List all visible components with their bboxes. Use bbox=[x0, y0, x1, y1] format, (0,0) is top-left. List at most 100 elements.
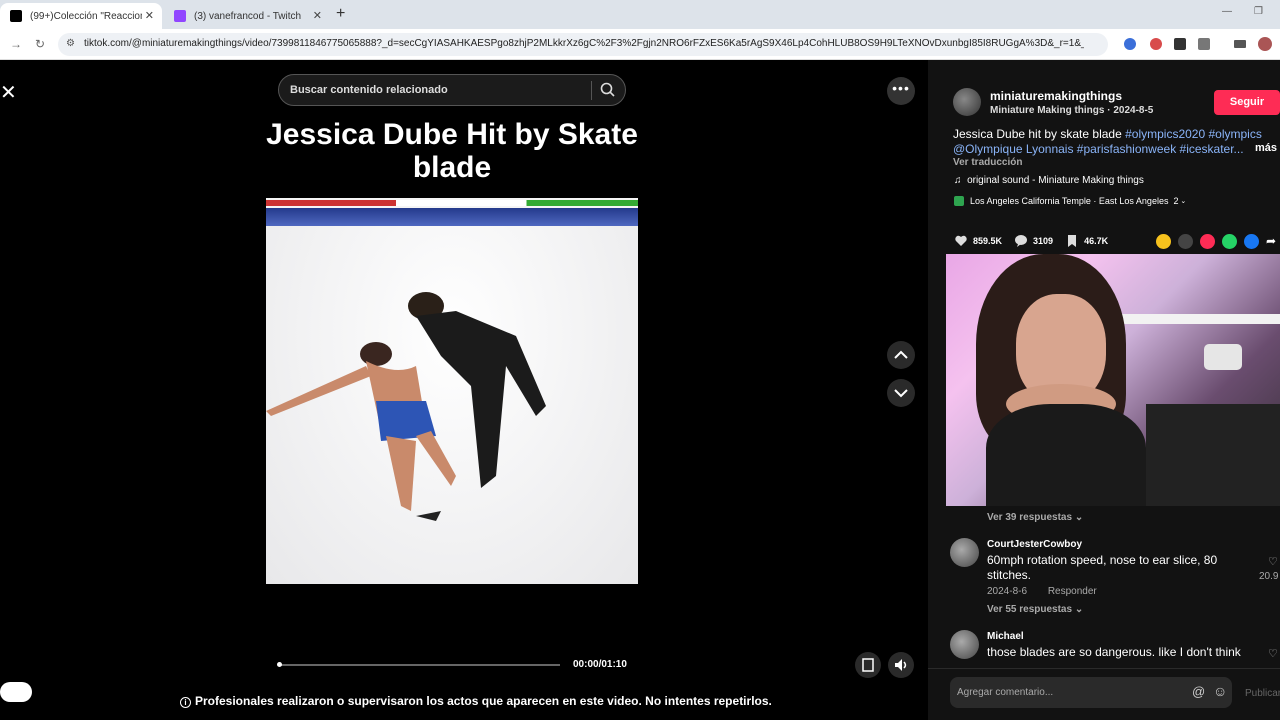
shelf bbox=[1116, 314, 1280, 324]
comment-meta: 2024-8-6 Responder bbox=[987, 586, 1115, 597]
reply-link[interactable]: Responder bbox=[1048, 586, 1097, 597]
music-row[interactable]: ♫ original sound - Miniature Making thin… bbox=[954, 175, 1144, 186]
video-frame[interactable] bbox=[266, 198, 638, 584]
music-title: original sound - Miniature Making things bbox=[967, 175, 1144, 186]
location-pin-icon bbox=[954, 196, 964, 206]
close-icon[interactable]: ✕ bbox=[0, 80, 17, 105]
author-username[interactable]: miniaturemakingthings bbox=[990, 89, 1122, 103]
comment-placeholder: Agregar comentario... bbox=[957, 687, 1054, 698]
tab-title: (3) vanefrancod - Twitch bbox=[194, 10, 302, 22]
site-info-icon[interactable]: ⚙ bbox=[66, 38, 75, 49]
location-row[interactable]: Los Angeles California Temple · East Los… bbox=[954, 196, 1186, 206]
bookmark-icon bbox=[1068, 235, 1077, 247]
volume-button[interactable] bbox=[888, 652, 914, 678]
browser-tab-bar: (99+)Colección "Reaccionar" de ✕ (3) van… bbox=[0, 0, 1280, 29]
post-button[interactable]: Publicar bbox=[1245, 688, 1280, 699]
new-tab-icon[interactable]: + bbox=[336, 5, 345, 23]
view-replies-link[interactable]: Ver 55 respuestas ⌄ bbox=[987, 604, 1083, 615]
url-text: tiktok.com/@miniaturemakingthings/video/… bbox=[84, 38, 1084, 49]
comment-composer: Agregar comentario... @ ☺ Publicar bbox=[928, 668, 1280, 720]
tiktok-page: ✕ Jessica Dube Hit by Skate blade Buscar… bbox=[0, 60, 1280, 720]
description-line2[interactable]: @Olympique Lyonnais #parisfashionweek #i… bbox=[953, 142, 1244, 156]
tab-twitch[interactable]: (3) vanefrancod - Twitch ✕ bbox=[164, 3, 330, 29]
details-panel: miniaturemakingthings Miniature Making t… bbox=[928, 60, 1280, 720]
embed-icon[interactable] bbox=[1178, 234, 1193, 249]
share-icons: ➦ bbox=[1156, 234, 1280, 249]
author-subtitle: Miniature Making things · 2024-8-5 bbox=[990, 105, 1154, 116]
tab-tiktok[interactable]: (99+)Colección "Reaccionar" de ✕ bbox=[0, 3, 162, 29]
heart-icon[interactable]: ♡ bbox=[1268, 555, 1278, 568]
share-icon[interactable] bbox=[1156, 234, 1171, 249]
search-icon[interactable] bbox=[599, 81, 617, 104]
save-stat[interactable]: 46.7K bbox=[1065, 234, 1108, 248]
engagement-stats: 859.5K 3109 46.7K bbox=[954, 234, 1120, 248]
reading-list-icon[interactable] bbox=[1234, 40, 1246, 48]
location-text: Los Angeles California Temple · East Los… bbox=[970, 196, 1169, 206]
profile-avatar[interactable] bbox=[1258, 37, 1272, 51]
share-arrow-icon[interactable]: ➦ bbox=[1266, 234, 1280, 249]
translate-link[interactable]: Ver traducción bbox=[953, 157, 1022, 168]
like-count: 859.5K bbox=[973, 236, 1003, 246]
search-divider bbox=[591, 81, 592, 100]
twitch-favicon-icon bbox=[174, 10, 186, 22]
mention-icon[interactable]: @ bbox=[1192, 684, 1205, 699]
info-icon: i bbox=[180, 697, 191, 708]
minimize-icon[interactable]: — bbox=[1222, 6, 1232, 17]
comment-count: 3109 bbox=[1033, 236, 1054, 246]
reload-icon[interactable]: ↻ bbox=[35, 37, 45, 51]
heart-icon bbox=[955, 235, 967, 246]
forward-icon[interactable]: → bbox=[10, 37, 22, 51]
extension-icon[interactable] bbox=[1150, 38, 1162, 50]
progress-knob[interactable] bbox=[277, 662, 282, 667]
comment-text: 60mph rotation speed, nose to ear slice,… bbox=[987, 553, 1218, 582]
search-placeholder: Buscar contenido relacionado bbox=[290, 84, 448, 96]
webcam-overlay bbox=[946, 254, 1280, 506]
comment-text: those blades are so dangerous. like I do… bbox=[987, 645, 1241, 659]
video-progress-bar[interactable] bbox=[277, 662, 560, 667]
related-search-box[interactable]: Buscar contenido relacionado bbox=[278, 74, 626, 106]
next-video-button[interactable] bbox=[887, 379, 915, 407]
picture-in-picture-button[interactable] bbox=[855, 652, 881, 678]
view-replies-link[interactable]: Ver 39 respuestas ⌄ bbox=[987, 512, 1083, 523]
comment-like-count: 20.9 bbox=[1259, 571, 1279, 582]
skaters-image bbox=[266, 292, 546, 521]
restore-icon[interactable]: ❐ bbox=[1254, 6, 1263, 17]
comment-stat[interactable]: 3109 bbox=[1014, 234, 1053, 248]
ice-surface bbox=[266, 226, 638, 584]
facebook-icon[interactable] bbox=[1244, 234, 1259, 249]
previous-video-button[interactable] bbox=[887, 341, 915, 369]
video-player[interactable]: Jessica Dube Hit by Skate blade bbox=[266, 60, 638, 688]
hashtag-link[interactable]: #olympics bbox=[1209, 127, 1262, 141]
avatar[interactable] bbox=[950, 630, 979, 659]
share-icon[interactable] bbox=[1200, 234, 1215, 249]
comment-username[interactable]: Michael bbox=[987, 631, 1024, 642]
comment-input[interactable]: Agregar comentario... @ ☺ bbox=[950, 677, 1232, 708]
whatsapp-icon[interactable] bbox=[1222, 234, 1237, 249]
emoji-icon[interactable]: ☺ bbox=[1213, 683, 1227, 699]
rink-board bbox=[266, 208, 638, 226]
streamer-top bbox=[986, 404, 1146, 506]
close-tab-icon[interactable]: ✕ bbox=[145, 9, 154, 22]
address-bar[interactable]: ⚙ tiktok.com/@miniaturemakingthings/vide… bbox=[58, 33, 1108, 56]
avatar[interactable] bbox=[950, 538, 979, 567]
heart-icon[interactable]: ♡ bbox=[1268, 647, 1278, 660]
extension-icon[interactable] bbox=[1124, 38, 1136, 50]
comment-date: 2024-8-6 bbox=[987, 586, 1028, 597]
comment-username[interactable]: CourtJesterCowboy bbox=[987, 539, 1082, 550]
more-options-button[interactable]: ••• bbox=[887, 77, 915, 105]
floating-badge[interactable] bbox=[0, 682, 32, 702]
pen-icon[interactable] bbox=[1174, 38, 1186, 50]
hashtag-link[interactable]: #olympics2020 bbox=[1125, 127, 1205, 141]
author-avatar[interactable] bbox=[953, 88, 981, 116]
disclaimer-text: Profesionales realizaron o supervisaron … bbox=[195, 694, 772, 708]
extensions-puzzle-icon[interactable] bbox=[1198, 38, 1210, 50]
tab-title: (99+)Colección "Reaccionar" de bbox=[30, 10, 142, 22]
like-stat[interactable]: 859.5K bbox=[954, 234, 1002, 248]
browser-toolbar: → ↻ ⚙ tiktok.com/@miniaturemakingthings/… bbox=[0, 29, 1280, 60]
chevron-up-icon bbox=[894, 350, 908, 359]
more-link[interactable]: más bbox=[1255, 142, 1277, 154]
follow-button[interactable]: Seguir bbox=[1214, 90, 1280, 115]
music-note-icon: ♫ bbox=[954, 175, 962, 186]
tiktok-favicon-icon bbox=[10, 10, 22, 22]
close-tab-icon[interactable]: ✕ bbox=[313, 9, 322, 22]
